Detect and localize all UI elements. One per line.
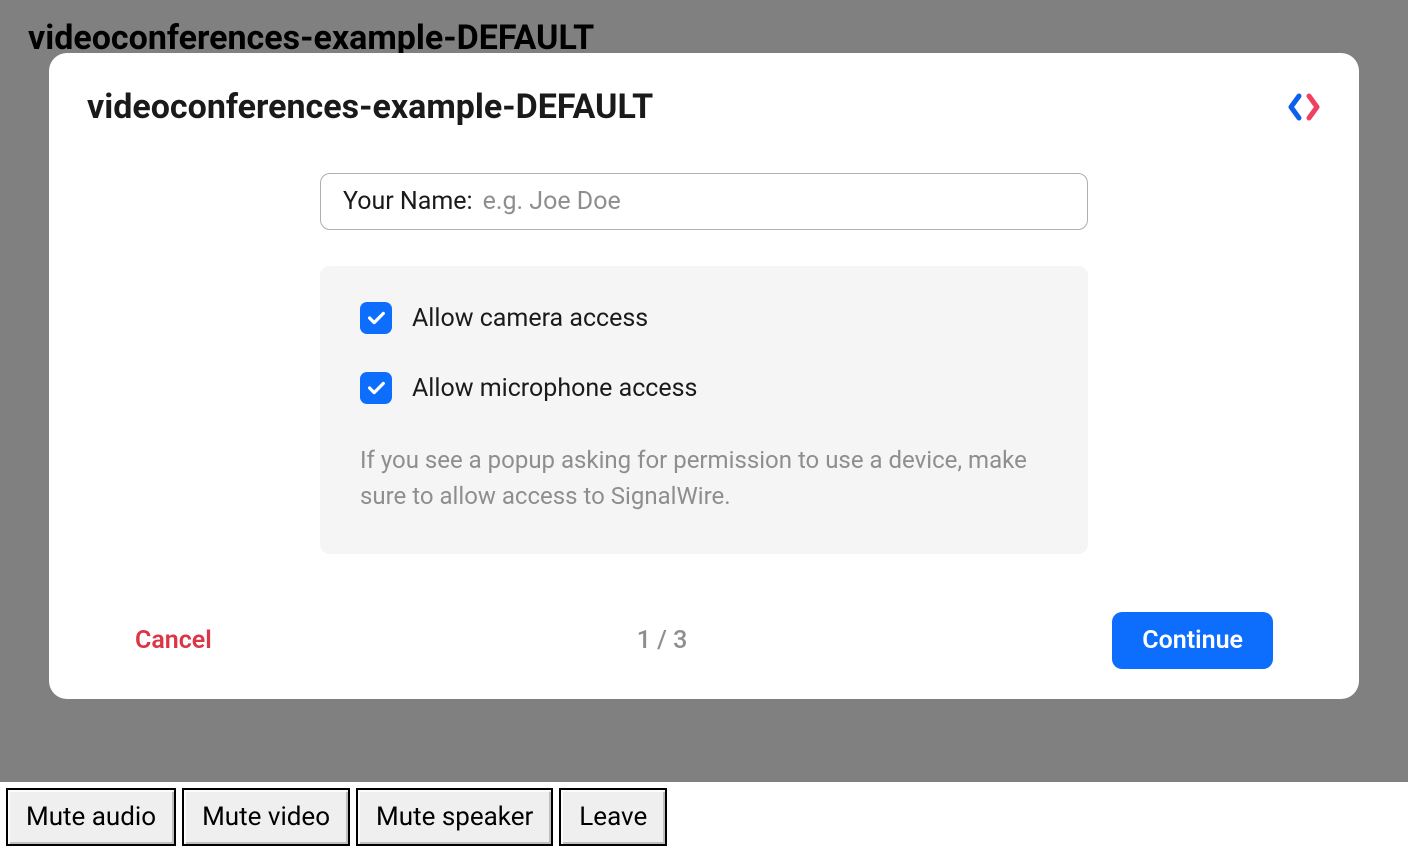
name-input-label: Your Name:: [343, 187, 473, 216]
background-panel: videoconferences-example-DEFAULT videoco…: [0, 0, 1408, 782]
bottom-toolbar: Mute audio Mute video Mute speaker Leave: [0, 782, 1408, 852]
cancel-button[interactable]: Cancel: [135, 626, 212, 655]
microphone-checkbox[interactable]: [360, 372, 392, 404]
mute-audio-button[interactable]: Mute audio: [6, 788, 176, 846]
name-input-wrapper[interactable]: Your Name:: [320, 173, 1088, 230]
step-indicator: 1 / 3: [637, 626, 688, 655]
join-modal: videoconferences-example-DEFAULT Your Na…: [49, 53, 1359, 699]
signalwire-logo-icon: [1287, 92, 1321, 122]
microphone-checkbox-label: Allow microphone access: [412, 374, 697, 403]
mute-speaker-button[interactable]: Mute speaker: [356, 788, 553, 846]
camera-checkbox-label: Allow camera access: [412, 304, 648, 333]
page-title: videoconferences-example-DEFAULT: [28, 18, 1380, 58]
name-input[interactable]: [483, 187, 1065, 216]
permission-hint: If you see a popup asking for permission…: [360, 442, 1048, 514]
camera-checkbox[interactable]: [360, 302, 392, 334]
modal-title: videoconferences-example-DEFAULT: [87, 87, 653, 127]
camera-permission-row: Allow camera access: [360, 302, 1048, 334]
modal-footer: Cancel 1 / 3 Continue: [87, 612, 1321, 669]
continue-button[interactable]: Continue: [1112, 612, 1273, 669]
mute-video-button[interactable]: Mute video: [182, 788, 350, 846]
microphone-permission-row: Allow microphone access: [360, 372, 1048, 404]
modal-body: Your Name: Allow camera access Allow mic…: [87, 173, 1321, 554]
modal-header: videoconferences-example-DEFAULT: [87, 87, 1321, 127]
permissions-box: Allow camera access Allow microphone acc…: [320, 266, 1088, 554]
leave-button[interactable]: Leave: [559, 788, 667, 846]
